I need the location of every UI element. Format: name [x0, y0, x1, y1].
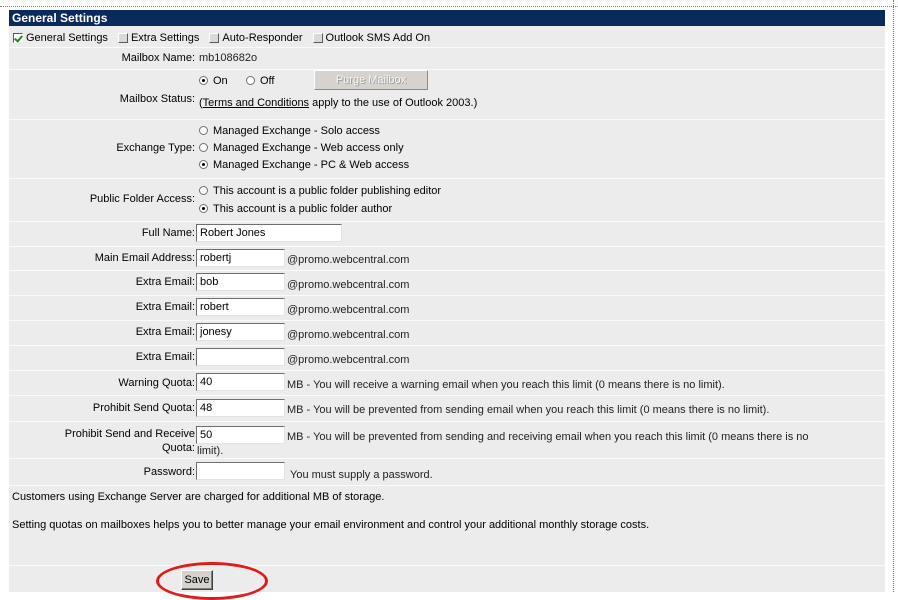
- public-folder-option-label: This account is a public folder publishi…: [213, 185, 442, 197]
- exchange-option-pc-web[interactable]: Managed Exchange - PC & Web access: [199, 159, 409, 171]
- annotation-circle: [156, 562, 268, 600]
- warning-quota-label: Warning Quota:: [118, 377, 195, 389]
- extra-email-input[interactable]: bob: [196, 273, 285, 291]
- checkbox-unchecked-icon: [209, 33, 220, 43]
- status-off-label: Off: [260, 75, 275, 87]
- prohibit-send-receive-label-line2: Quota:: [161, 442, 195, 454]
- warning-quota-row: Warning Quota: 40 MB - You will receive …: [9, 371, 885, 395]
- radio-selected-icon: [199, 204, 208, 213]
- prohibit-send-quota-row: Prohibit Send Quota: 48 MB - You will be…: [9, 396, 885, 421]
- extra-email-input[interactable]: jonesy: [196, 323, 285, 341]
- info-line-storage: Customers using Exchange Server are char…: [12, 491, 385, 503]
- radio-unselected-icon: [246, 76, 255, 85]
- extra-email-input[interactable]: robert: [196, 298, 285, 316]
- extra-email-input[interactable]: [196, 348, 285, 366]
- general-settings-panel: General Settings General Settings Extra …: [9, 10, 885, 592]
- extra-email-domain: @promo.webcentral.com: [287, 279, 410, 291]
- radio-unselected-icon: [199, 143, 208, 152]
- password-row: Password: You must supply a password.: [9, 459, 885, 485]
- tab-outlook-sms[interactable]: Outlook SMS Add On: [309, 32, 431, 44]
- right-dotted-border: [893, 0, 894, 592]
- public-folder-row: Public Folder Access: This account is a …: [9, 179, 885, 221]
- warning-quota-input[interactable]: 40: [196, 373, 285, 391]
- mailbox-name-label: Mailbox Name:: [121, 52, 195, 64]
- radio-selected-icon: [199, 160, 208, 169]
- extra-email-row: Extra Email: jonesy @promo.webcentral.co…: [9, 321, 885, 345]
- radio-unselected-icon: [199, 186, 208, 195]
- checkbox-checked-icon: [13, 33, 23, 43]
- exchange-type-row: Exchange Type: Managed Exchange - Solo a…: [9, 120, 885, 178]
- extra-email-label: Extra Email:: [135, 351, 195, 363]
- prohibit-send-receive-note-line2: limit).: [197, 445, 224, 457]
- full-name-input[interactable]: Robert Jones: [196, 224, 342, 242]
- exchange-option-label: Managed Exchange - Solo access: [213, 125, 380, 137]
- panel-title: General Settings: [9, 10, 885, 26]
- public-folder-label: Public Folder Access:: [89, 193, 195, 205]
- public-folder-option-editor[interactable]: This account is a public folder publishi…: [199, 185, 441, 197]
- top-dotted-border: [0, 0, 898, 7]
- info-block: Customers using Exchange Server are char…: [9, 486, 885, 538]
- mailbox-status-off[interactable]: Off: [246, 75, 274, 87]
- mailbox-name-row: Mailbox Name: mb108682o: [9, 48, 885, 68]
- prohibit-send-quota-label: Prohibit Send Quota:: [92, 402, 195, 414]
- prohibit-send-receive-label-line1: Prohibit Send and Receive: [64, 428, 195, 440]
- extra-email-domain: @promo.webcentral.com: [287, 329, 410, 341]
- extra-email-row: Extra Email: bob @promo.webcentral.com: [9, 271, 885, 295]
- tab-label: Outlook SMS Add On: [325, 32, 431, 44]
- full-name-row: Full Name: Robert Jones: [9, 222, 885, 246]
- purge-mailbox-button[interactable]: Purge Mailbox: [314, 70, 428, 90]
- terms-note: (Terms and Conditions apply to the use o…: [199, 97, 477, 109]
- public-folder-option-label: This account is a public folder author: [213, 203, 393, 215]
- settings-tabs: General Settings Extra Settings Auto-Res…: [9, 30, 436, 46]
- prohibit-send-quota-note: MB - You will be prevented from sending …: [287, 404, 770, 416]
- prohibit-send-receive-quota-input[interactable]: 50: [196, 426, 285, 444]
- extra-email-label: Extra Email:: [135, 326, 195, 338]
- exchange-option-label: Managed Exchange - Web access only: [213, 142, 404, 154]
- checkbox-unchecked-icon: [117, 33, 128, 43]
- radio-unselected-icon: [199, 126, 208, 135]
- tab-extra-settings[interactable]: Extra Settings: [114, 32, 199, 44]
- terms-and-conditions-link[interactable]: Terms and Conditions: [203, 97, 309, 109]
- prohibit-send-receive-note-line1: MB - You will be prevented from sending …: [287, 431, 809, 443]
- main-email-label: Main Email Address:: [94, 252, 195, 264]
- main-email-domain: @promo.webcentral.com: [287, 254, 410, 266]
- password-label: Password:: [143, 466, 195, 478]
- extra-email-domain: @promo.webcentral.com: [287, 304, 410, 316]
- public-folder-option-author[interactable]: This account is a public folder author: [199, 203, 392, 215]
- extra-email-domain: @promo.webcentral.com: [287, 354, 410, 366]
- mailbox-status-row: Mailbox Status: On Off Purge Mailbox (Te…: [9, 69, 885, 119]
- tab-label: Auto-Responder: [222, 32, 303, 44]
- extra-email-label: Extra Email:: [135, 301, 195, 313]
- exchange-type-label: Exchange Type:: [116, 142, 195, 154]
- warning-quota-note: MB - You will receive a warning email wh…: [287, 379, 725, 391]
- tab-label: Extra Settings: [130, 32, 200, 44]
- extra-email-row: Extra Email: robert @promo.webcentral.co…: [9, 296, 885, 320]
- tab-auto-responder[interactable]: Auto-Responder: [205, 32, 303, 44]
- full-name-label: Full Name:: [141, 227, 195, 239]
- exchange-option-web[interactable]: Managed Exchange - Web access only: [199, 142, 404, 154]
- status-on-label: On: [213, 75, 228, 87]
- exchange-option-solo[interactable]: Managed Exchange - Solo access: [199, 125, 380, 137]
- save-row: Save: [9, 566, 885, 592]
- tab-label: General Settings: [26, 32, 108, 44]
- prohibit-send-receive-quota-row: Prohibit Send and Receive Quota: 50 MB -…: [9, 422, 885, 458]
- info-line-quotas: Setting quotas on mailboxes helps you to…: [12, 519, 650, 531]
- exchange-option-label: Managed Exchange - PC & Web access: [213, 159, 410, 171]
- password-input[interactable]: [196, 462, 285, 480]
- prohibit-send-quota-input[interactable]: 48: [196, 399, 285, 417]
- main-email-row: Main Email Address: robertj @promo.webce…: [9, 247, 885, 270]
- mailbox-name-value: mb108682o: [199, 52, 258, 64]
- tab-general-settings[interactable]: General Settings: [9, 32, 108, 44]
- terms-rest: apply to the use of Outlook 2003.): [309, 97, 478, 109]
- mailbox-status-on[interactable]: On: [199, 75, 228, 87]
- password-note: You must supply a password.: [290, 469, 433, 481]
- mailbox-status-label: Mailbox Status:: [119, 93, 195, 105]
- checkbox-unchecked-icon: [312, 33, 323, 43]
- radio-selected-icon: [199, 76, 208, 85]
- extra-email-row: Extra Email: @promo.webcentral.com: [9, 346, 885, 370]
- main-email-input[interactable]: robertj: [196, 249, 285, 267]
- extra-email-label: Extra Email:: [135, 276, 195, 288]
